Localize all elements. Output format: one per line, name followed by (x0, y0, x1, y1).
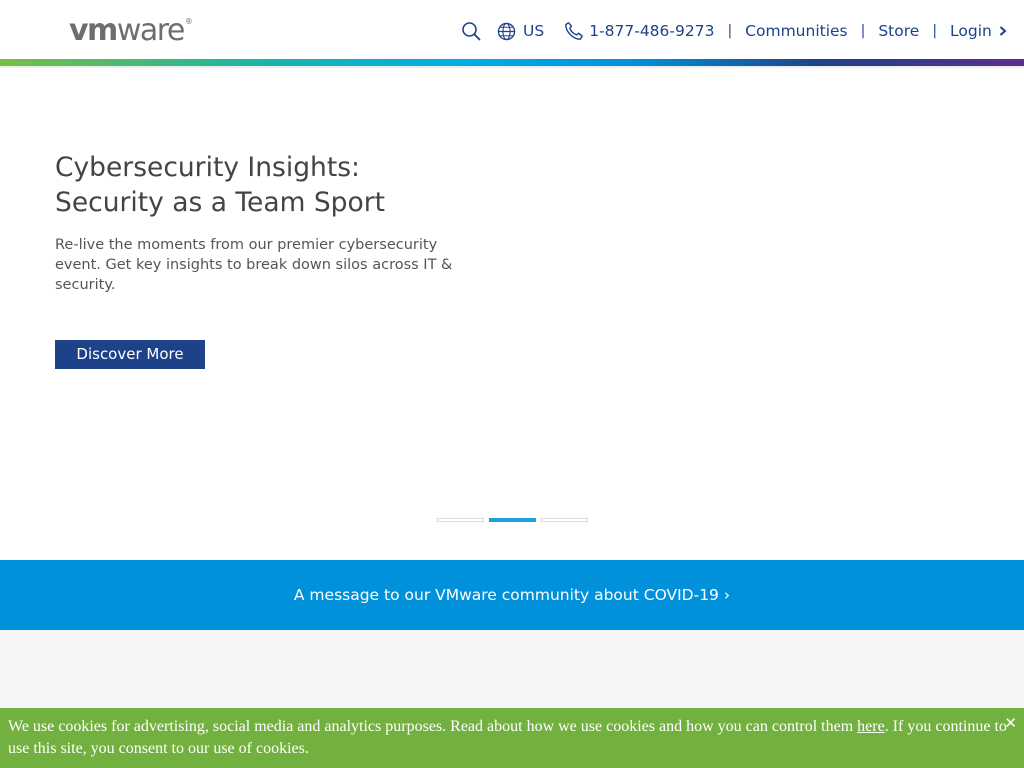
hero-title: Cybersecurity Insights: Security as a Te… (55, 150, 475, 220)
login-label: Login (950, 22, 992, 40)
store-link[interactable]: Store (878, 22, 919, 40)
logo-ware-text: ware (116, 13, 186, 48)
hero-title-line1: Cybersecurity Insights: (55, 152, 360, 183)
communities-link[interactable]: Communities (745, 22, 847, 40)
carousel-dot-2[interactable] (489, 518, 536, 522)
cookie-text: We use cookies for advertising, social m… (8, 718, 858, 735)
hero-title-line2: Security as a Team Sport (55, 187, 385, 218)
logo-registered-mark: ® (184, 17, 193, 26)
discover-more-button[interactable]: Discover More (55, 340, 205, 369)
globe-icon (497, 22, 516, 40)
carousel-indicators (437, 518, 588, 522)
region-selector[interactable]: US (497, 22, 544, 41)
content-area (0, 630, 1024, 708)
nav-separator: | (727, 23, 733, 39)
cookie-consent-bar: We use cookies for advertising, social m… (0, 708, 1024, 768)
covid-chevron-icon: › (723, 586, 731, 604)
nav-separator: | (860, 23, 866, 39)
chevron-right-icon (999, 26, 1007, 36)
login-link[interactable]: Login (950, 22, 1009, 40)
hero-description: Re-live the moments from our premier cyb… (55, 237, 453, 293)
brand-gradient-bar (0, 59, 1024, 66)
search-button[interactable] (461, 21, 481, 41)
top-nav: US 1-877-486-9273 | Communities | Store … (461, 19, 1009, 43)
gradient-bar-shadow (0, 66, 1024, 69)
region-label: US (523, 22, 545, 40)
covid-message-banner[interactable]: A message to our VMware community about … (0, 560, 1024, 630)
search-icon (462, 22, 481, 41)
carousel-dot-1[interactable] (437, 518, 484, 522)
site-header: vmware® US 1-877-486-9273 | Communities … (0, 0, 1024, 59)
cookie-policy-link[interactable]: here (857, 718, 885, 735)
logo-vm-text: vm (69, 13, 118, 48)
carousel-dot-3[interactable] (541, 518, 588, 522)
nav-separator: | (932, 23, 938, 39)
phone-icon (565, 22, 584, 40)
phone-number: 1-877-486-9273 (589, 22, 715, 40)
close-icon[interactable]: ✕ (1004, 712, 1017, 734)
covid-message-text: A message to our VMware community about … (293, 586, 719, 604)
vmware-logo[interactable]: vmware® (69, 13, 193, 53)
phone-link[interactable]: 1-877-486-9273 (564, 21, 714, 41)
